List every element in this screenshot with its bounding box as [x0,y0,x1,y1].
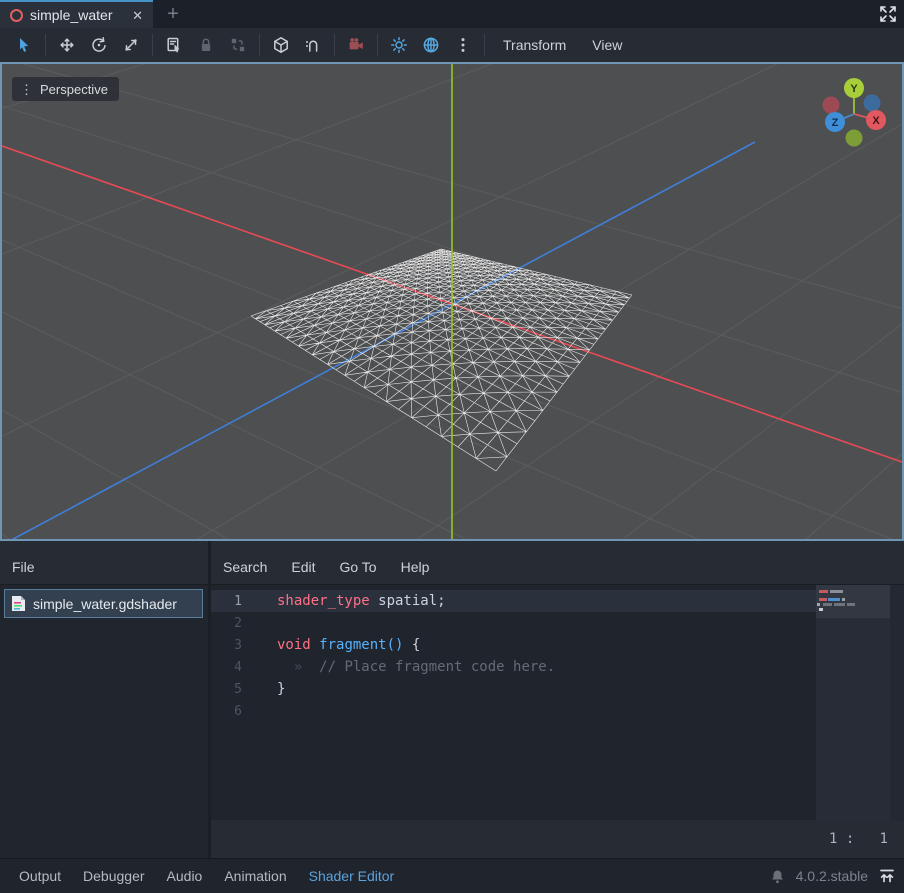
dock-tabs: OutputDebuggerAudioAnimationShader Edito… [8,864,405,888]
line-number: 4 [211,660,251,675]
cursor-position: 1 : 1 [829,831,888,847]
perspective-menu[interactable]: ⋮ Perspective [12,77,119,101]
snap-toggle-icon[interactable] [297,32,329,58]
scale-tool-icon[interactable] [115,32,147,58]
editor-menu-bar: SearchEditGo ToHelp [213,555,439,579]
file-list-item-selected[interactable]: simple_water.gdshader [4,589,203,618]
local-space-toggle-icon[interactable] [265,32,297,58]
code-minimap[interactable] [816,585,890,821]
svg-text:X: X [872,115,880,127]
editor-menu-go-to[interactable]: Go To [329,555,386,579]
editor-menu-search[interactable]: Search [213,555,277,579]
line-number: 2 [211,616,251,631]
lock-tool-icon[interactable] [190,32,222,58]
editor-scrollbar[interactable] [890,585,904,821]
code-text: » // Place fragment code here. [251,659,555,675]
transform-menu[interactable]: Transform [490,32,579,58]
code-text: } [251,681,285,697]
scene-tab-bar: simple_water ✕ + [0,0,904,28]
godot-editor-window: simple_water ✕ + TransformView ⋮ Perspec… [0,0,904,893]
editor-menu-edit[interactable]: Edit [281,555,325,579]
gizmo-neg-x [823,97,840,114]
code-line-5[interactable]: 5} [211,678,816,700]
line-number: 3 [211,638,251,653]
code-line-1[interactable]: 1shader_type spatial; [211,590,816,612]
line-number: 5 [211,682,251,697]
rotate-tool-icon[interactable] [83,32,115,58]
file-name: simple_water.gdshader [33,596,177,612]
new-tab-button[interactable]: + [153,0,193,28]
toolbar-separator [484,34,485,56]
line-number: 1 [211,594,251,609]
code-editor[interactable]: 1shader_type spatial;23void fragment() {… [211,584,904,820]
toolbar-separator [334,34,335,56]
toolbar-separator [259,34,260,56]
close-tab-icon[interactable]: ✕ [132,9,143,22]
group-tool-icon[interactable] [222,32,254,58]
shader-file-panel: File simple_water.gdshader [0,541,208,858]
code-text: void fragment() { [251,637,420,653]
editor-status-row: 1 : 1 [211,820,904,858]
code-line-4[interactable]: 4 » // Place fragment code here. [211,656,816,678]
dock-tab-audio[interactable]: Audio [156,864,214,888]
editor-menu-help[interactable]: Help [391,555,440,579]
expand-bottom-panel-icon[interactable] [878,867,896,885]
toolbar-separator [152,34,153,56]
shader-editor-panel: File simple_water.gdshader SearchEditGo … [0,541,904,858]
camera-preview-icon[interactable] [340,32,372,58]
svg-text:Z: Z [832,117,839,129]
notifications-bell-icon[interactable] [769,868,786,885]
axis-gizmo[interactable]: Y X Z [798,74,890,160]
gdshader-file-icon [11,595,26,612]
statusbar-right: 4.0.2.stable [769,867,896,885]
preview-options-menu-icon[interactable] [447,32,479,58]
shader-file-list: simple_water.gdshader [0,584,208,858]
perspective-label: Perspective [40,82,108,97]
toolbar-separator [377,34,378,56]
code-line-2[interactable]: 2 [211,612,816,634]
scene-render[interactable] [2,64,902,539]
select-tool-icon[interactable] [8,32,40,58]
code-text: shader_type spatial; [251,593,446,609]
bottom-dock-bar: OutputDebuggerAudioAnimationShader Edito… [0,858,904,893]
shader-file-icon [10,9,23,22]
tab-title: simple_water [30,7,112,23]
gizmo-neg-y [846,130,863,147]
view-menu-dots-icon: ⋮ [20,83,33,96]
dock-tab-shader-editor[interactable]: Shader Editor [298,864,406,888]
preview-environment-toggle-icon[interactable] [415,32,447,58]
tab-simple-water[interactable]: simple_water ✕ [0,0,153,28]
view-menu[interactable]: View [579,32,635,58]
preview-sun-toggle-icon[interactable] [383,32,415,58]
dock-tab-animation[interactable]: Animation [213,864,297,888]
engine-version: 4.0.2.stable [796,868,868,884]
code-line-3[interactable]: 3void fragment() { [211,634,816,656]
viewport-toolbar: TransformView [0,28,904,62]
code-editor-region: SearchEditGo ToHelp 1shader_type spatial… [211,541,904,858]
toolbar-separator [45,34,46,56]
select-list-tool-icon[interactable] [158,32,190,58]
code-line-6[interactable]: 6 [211,700,816,722]
file-menu[interactable]: File [2,555,45,579]
move-tool-icon[interactable] [51,32,83,58]
gizmo-neg-z [864,95,881,112]
dock-tab-debugger[interactable]: Debugger [72,864,156,888]
dock-tab-output[interactable]: Output [8,864,72,888]
line-number: 6 [211,704,251,719]
fullscreen-icon[interactable] [879,5,897,23]
svg-text:Y: Y [850,83,858,95]
3d-viewport[interactable]: ⋮ Perspective Y X Z [0,62,904,541]
